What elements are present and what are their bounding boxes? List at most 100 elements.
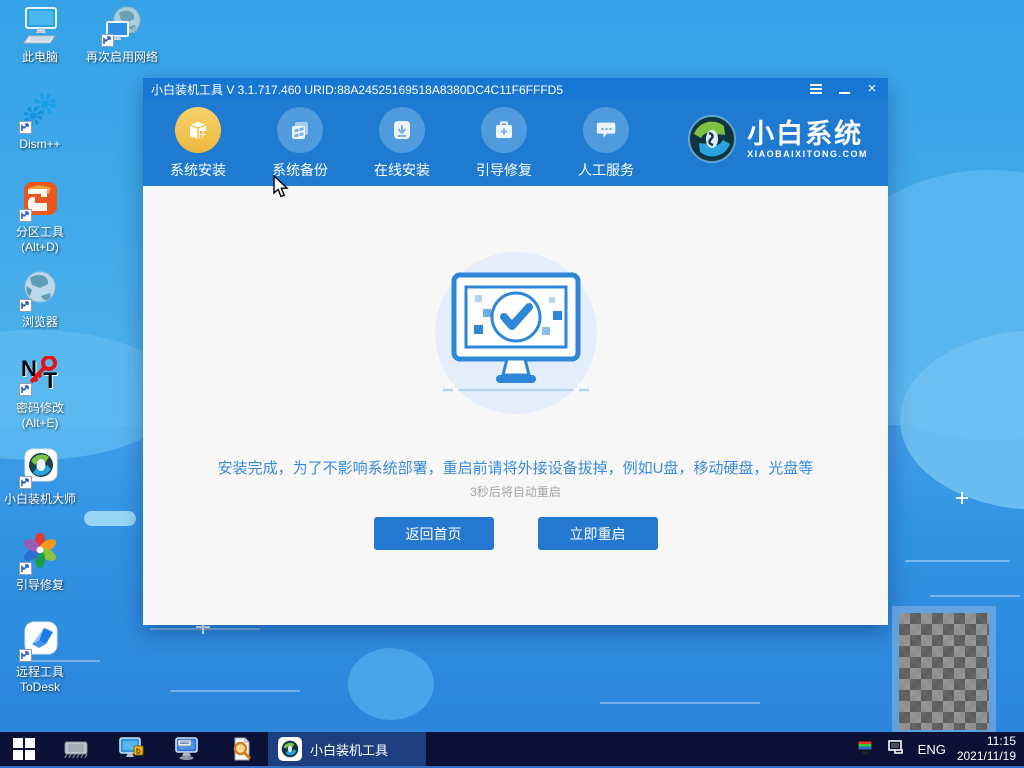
taskbar-item-display-tool[interactable]: [103, 732, 158, 766]
return-home-button[interactable]: 返回首页: [373, 517, 494, 550]
qr-code-blurred: [899, 613, 989, 730]
taskbar-active-task[interactable]: 小白装机工具: [268, 732, 426, 766]
cloud-shape: [84, 511, 136, 526]
desktop-icon-label: 密码修改: [15, 401, 64, 415]
tray-time: 11:15: [986, 734, 1016, 748]
brand-title: 小白系统: [747, 119, 864, 149]
wave-shape: [348, 648, 434, 720]
browser-globe-icon: [19, 270, 61, 312]
shortcut-arrow-icon: [19, 209, 32, 222]
desktop-icon-re-enable-network[interactable]: 再次启用网络: [74, 5, 170, 65]
desktop-icon-label: 浏览器: [21, 315, 58, 329]
start-button[interactable]: [0, 732, 48, 766]
taskbar: 小白装机工具 ENG 11:15 2021/11/19: [0, 732, 1024, 768]
mouse-cursor: [272, 174, 290, 204]
desktop-icon-label: 引导修复: [15, 578, 64, 592]
desktop-icon-label: 远程工具: [15, 665, 64, 679]
download-icon: [379, 106, 425, 153]
pinwheel-icon: [19, 532, 61, 575]
desktop-icon-label: 分区工具: [15, 225, 64, 239]
shortcut-arrow-icon: [19, 649, 32, 662]
shortcut-arrow-icon: [19, 476, 32, 489]
desktop-icon-this-pc[interactable]: 此电脑: [2, 5, 78, 65]
xiaobai-swirl-icon: [19, 447, 61, 489]
menu-button[interactable]: [808, 82, 824, 96]
desktop-icon-label-line2: ToDesk: [19, 680, 60, 694]
nav-tab-label: 系统安装: [170, 161, 226, 178]
sea-sparkle: [956, 491, 968, 509]
restart-now-button[interactable]: 立即重启: [537, 517, 658, 550]
sea-streak: [905, 560, 1010, 562]
success-illustration: [434, 252, 597, 414]
window-nav: 系统安装 系统备份 在线安装 引导修复 人工服务 小白系统 XIAOBAIXIT…: [143, 100, 888, 186]
partition-tool-icon: [19, 180, 61, 222]
desktop-icon-label: 小白装机大师: [3, 492, 76, 506]
nav-tab-system-backup[interactable]: 系统备份: [255, 106, 345, 180]
gears-icon: [19, 92, 61, 134]
taskbar-item-osk[interactable]: [158, 732, 213, 766]
desktop-wallpaper: 此电脑 再次启用网络 Dism++ 分区工具 (Alt+D) 浏览器 N T 密…: [0, 0, 1024, 768]
desktop-icon-dism[interactable]: Dism++: [2, 92, 78, 152]
shortcut-arrow-icon: [19, 121, 32, 134]
desktop-icon-password-edit[interactable]: N T 密码修改 (Alt+E): [2, 356, 78, 431]
minimize-button[interactable]: [836, 82, 852, 96]
nav-tab-label: 人工服务: [578, 161, 634, 178]
this-pc-icon: [19, 5, 61, 47]
xiaobai-tool-window: 小白装机工具 V 3.1.717.460 URID:88A24525169518…: [143, 78, 888, 625]
hamburger-icon: [810, 84, 822, 94]
windows-logo-icon: [13, 738, 35, 760]
active-task-label: 小白装机工具: [310, 742, 389, 758]
shortcut-arrow-icon: [101, 34, 114, 47]
desktop-icon-todesk[interactable]: 远程工具 ToDesk: [2, 620, 78, 695]
desktop-icon-browser[interactable]: 浏览器: [2, 270, 78, 330]
tray-display-icon[interactable]: [856, 739, 876, 760]
todesk-icon: [19, 620, 61, 662]
desktop-icon-label: Dism++: [19, 137, 61, 151]
taskbar-item-log-viewer[interactable]: [213, 732, 268, 766]
sea-streak: [170, 690, 300, 692]
nav-tab-label: 引导修复: [476, 161, 532, 178]
xiaobai-logo-icon: [688, 115, 737, 163]
countdown-text: 3秒后将自动重启: [470, 485, 561, 499]
window-content: 安装完成，为了不影响系统部署，重启前请将外接设备拔掉，例如U盘，移动硬盘，光盘等…: [143, 186, 888, 625]
monitor-d-icon: [118, 737, 143, 757]
tray-clock[interactable]: 11:15 2021/11/19: [957, 734, 1016, 764]
backup-copy-icon: [277, 106, 323, 153]
tray-language[interactable]: ENG: [918, 742, 946, 757]
password-key-icon: N T: [19, 356, 61, 398]
document-magnifier-icon: [233, 737, 250, 761]
desktop-icon-partition-tool[interactable]: 分区工具 (Alt+D): [2, 180, 78, 255]
nav-tab-online-install[interactable]: 在线安装: [357, 106, 447, 180]
window-title: 小白装机工具 V 3.1.717.460 URID:88A24525169518…: [151, 82, 563, 97]
window-titlebar[interactable]: 小白装机工具 V 3.1.717.460 URID:88A24525169518…: [143, 78, 888, 100]
desktop-icon-label-line2: (Alt+D): [21, 240, 59, 254]
taskbar-item-chip-tool[interactable]: [48, 732, 103, 766]
brand-subtitle: XIAOBAIXITONG.COM: [747, 149, 868, 159]
close-button[interactable]: ×: [864, 81, 880, 96]
minimize-icon: [838, 92, 850, 94]
nav-tab-customer-service[interactable]: 人工服务: [561, 106, 651, 180]
tray-network-icon[interactable]: [887, 739, 907, 760]
install-box-icon: [175, 106, 221, 153]
desktop-icon-boot-repair[interactable]: 引导修复: [2, 532, 78, 593]
desktop-icon-label-line2: (Alt+E): [21, 416, 59, 430]
nav-tab-label: 在线安装: [374, 161, 430, 178]
shortcut-arrow-icon: [19, 562, 32, 575]
completion-message: 安装完成，为了不影响系统部署，重启前请将外接设备拔掉，例如U盘，移动硬盘，光盘等: [217, 460, 814, 477]
desktop-icon-label: 此电脑: [21, 50, 58, 64]
tray-date: 2021/11/19: [956, 749, 1016, 763]
monitor-check-icon: [442, 272, 589, 392]
xiaobai-app-icon: [278, 737, 302, 761]
chat-bubble-icon: [583, 106, 629, 153]
network-globe-icon: [101, 5, 143, 47]
sea-streak: [930, 595, 1020, 597]
sea-streak: [600, 702, 760, 704]
shortcut-arrow-icon: [19, 383, 32, 396]
desktop-icon-label: 再次启用网络: [85, 50, 158, 64]
desktop-icon-xiaobai-master[interactable]: 小白装机大师: [2, 447, 78, 507]
brand-logo[interactable]: 小白系统 XIAOBAIXITONG.COM: [687, 114, 868, 164]
monitor-keyboard-icon: [174, 737, 198, 760]
nav-tab-boot-repair[interactable]: 引导修复: [459, 106, 549, 180]
toolbox-icon: [481, 106, 527, 153]
nav-tab-system-install[interactable]: 系统安装: [153, 106, 243, 180]
